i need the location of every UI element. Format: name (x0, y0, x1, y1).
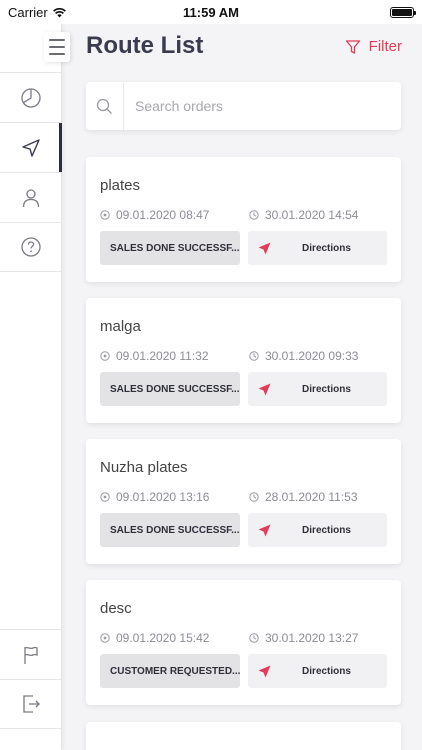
start-time-icon (100, 210, 110, 220)
order-end-date: 30.01.2020 13:27 (249, 631, 358, 645)
status-badge: SALES DONE SUCCESSF... (100, 372, 240, 406)
hamburger-line (49, 53, 65, 55)
filter-button[interactable]: Filter (345, 38, 402, 55)
directions-button[interactable]: Directions (248, 654, 387, 688)
order-name: Nuzha plates (100, 459, 188, 476)
start-date-text: 09.01.2020 13:16 (116, 490, 210, 504)
search-icon (96, 98, 112, 114)
help-icon (21, 237, 41, 257)
order-start-date: 09.01.2020 15:42 (100, 631, 209, 645)
sidebar-item-dashboard[interactable] (0, 72, 62, 122)
sidebar-item-routes[interactable] (0, 122, 62, 173)
page-title: Route List (86, 32, 204, 59)
status-left: Carrier (8, 5, 67, 20)
status-badge: SALES DONE SUCCESSF... (100, 231, 240, 265)
order-start-date: 09.01.2020 11:32 (100, 349, 209, 363)
order-name: desc (100, 600, 132, 617)
end-date-text: 30.01.2020 09:33 (265, 349, 359, 363)
status-bar: Carrier 11:59 AM (0, 0, 422, 24)
end-time-icon (249, 210, 259, 220)
order-start-date: 09.01.2020 08:47 (100, 208, 209, 222)
navigation-arrow-icon (22, 138, 40, 157)
directions-arrow-icon (258, 524, 271, 537)
end-time-icon (249, 633, 259, 643)
order-name: plates (100, 177, 141, 194)
directions-button[interactable]: Directions (248, 231, 387, 265)
search-icon-wrap (86, 82, 124, 130)
hamburger-line (49, 46, 65, 48)
end-date-text: 30.01.2020 14:54 (265, 208, 359, 222)
sidebar-item-logout[interactable] (0, 679, 62, 729)
directions-button[interactable]: Directions (248, 372, 387, 406)
directions-arrow-icon (258, 665, 271, 678)
directions-arrow-icon (258, 383, 271, 396)
order-card-partial[interactable] (86, 722, 401, 750)
flag-icon (24, 646, 38, 664)
order-card[interactable]: desc 09.01.2020 15:42 30.01.2020 13:27 C… (86, 580, 401, 705)
end-time-icon (249, 492, 259, 502)
filter-label: Filter (368, 38, 402, 55)
order-card[interactable]: plates 09.01.2020 08:47 30.01.2020 14:54… (86, 157, 401, 282)
sidebar-item-profile[interactable] (0, 172, 62, 222)
start-time-icon (100, 492, 110, 502)
end-time-icon (249, 351, 259, 361)
battery-icon (390, 6, 416, 18)
order-card[interactable]: malga 09.01.2020 11:32 30.01.2020 09:33 … (86, 298, 401, 423)
menu-toggle-button[interactable] (44, 32, 70, 62)
start-date-text: 09.01.2020 11:32 (116, 349, 209, 363)
pie-chart-icon (21, 87, 41, 108)
order-name: malga (100, 318, 141, 335)
logout-icon (23, 695, 40, 713)
directions-arrow-icon (258, 242, 271, 255)
order-end-date: 30.01.2020 09:33 (249, 349, 358, 363)
directions-button[interactable]: Directions (248, 513, 387, 547)
sidebar-item-help[interactable] (0, 222, 62, 272)
order-end-date: 28.01.2020 11:53 (249, 490, 358, 504)
filter-icon (345, 39, 360, 54)
search-input[interactable] (124, 84, 394, 128)
start-date-text: 09.01.2020 15:42 (116, 631, 210, 645)
sidebar-item-flag[interactable] (0, 629, 62, 679)
end-date-text: 30.01.2020 13:27 (265, 631, 359, 645)
search-box (86, 82, 401, 130)
hamburger-icon (49, 39, 65, 41)
user-icon (22, 188, 40, 207)
order-end-date: 30.01.2020 14:54 (249, 208, 358, 222)
wifi-icon (52, 7, 66, 17)
start-date-text: 09.01.2020 08:47 (116, 208, 210, 222)
start-time-icon (100, 351, 110, 361)
order-card[interactable]: Nuzha plates 09.01.2020 13:16 28.01.2020… (86, 439, 401, 564)
sidebar (0, 24, 70, 750)
order-start-date: 09.01.2020 13:16 (100, 490, 209, 504)
carrier-label: Carrier (8, 4, 48, 20)
status-badge: SALES DONE SUCCESSF... (100, 513, 240, 547)
status-badge: CUSTOMER REQUESTED... (100, 654, 240, 688)
start-time-icon (100, 633, 110, 643)
end-date-text: 28.01.2020 11:53 (265, 490, 358, 504)
